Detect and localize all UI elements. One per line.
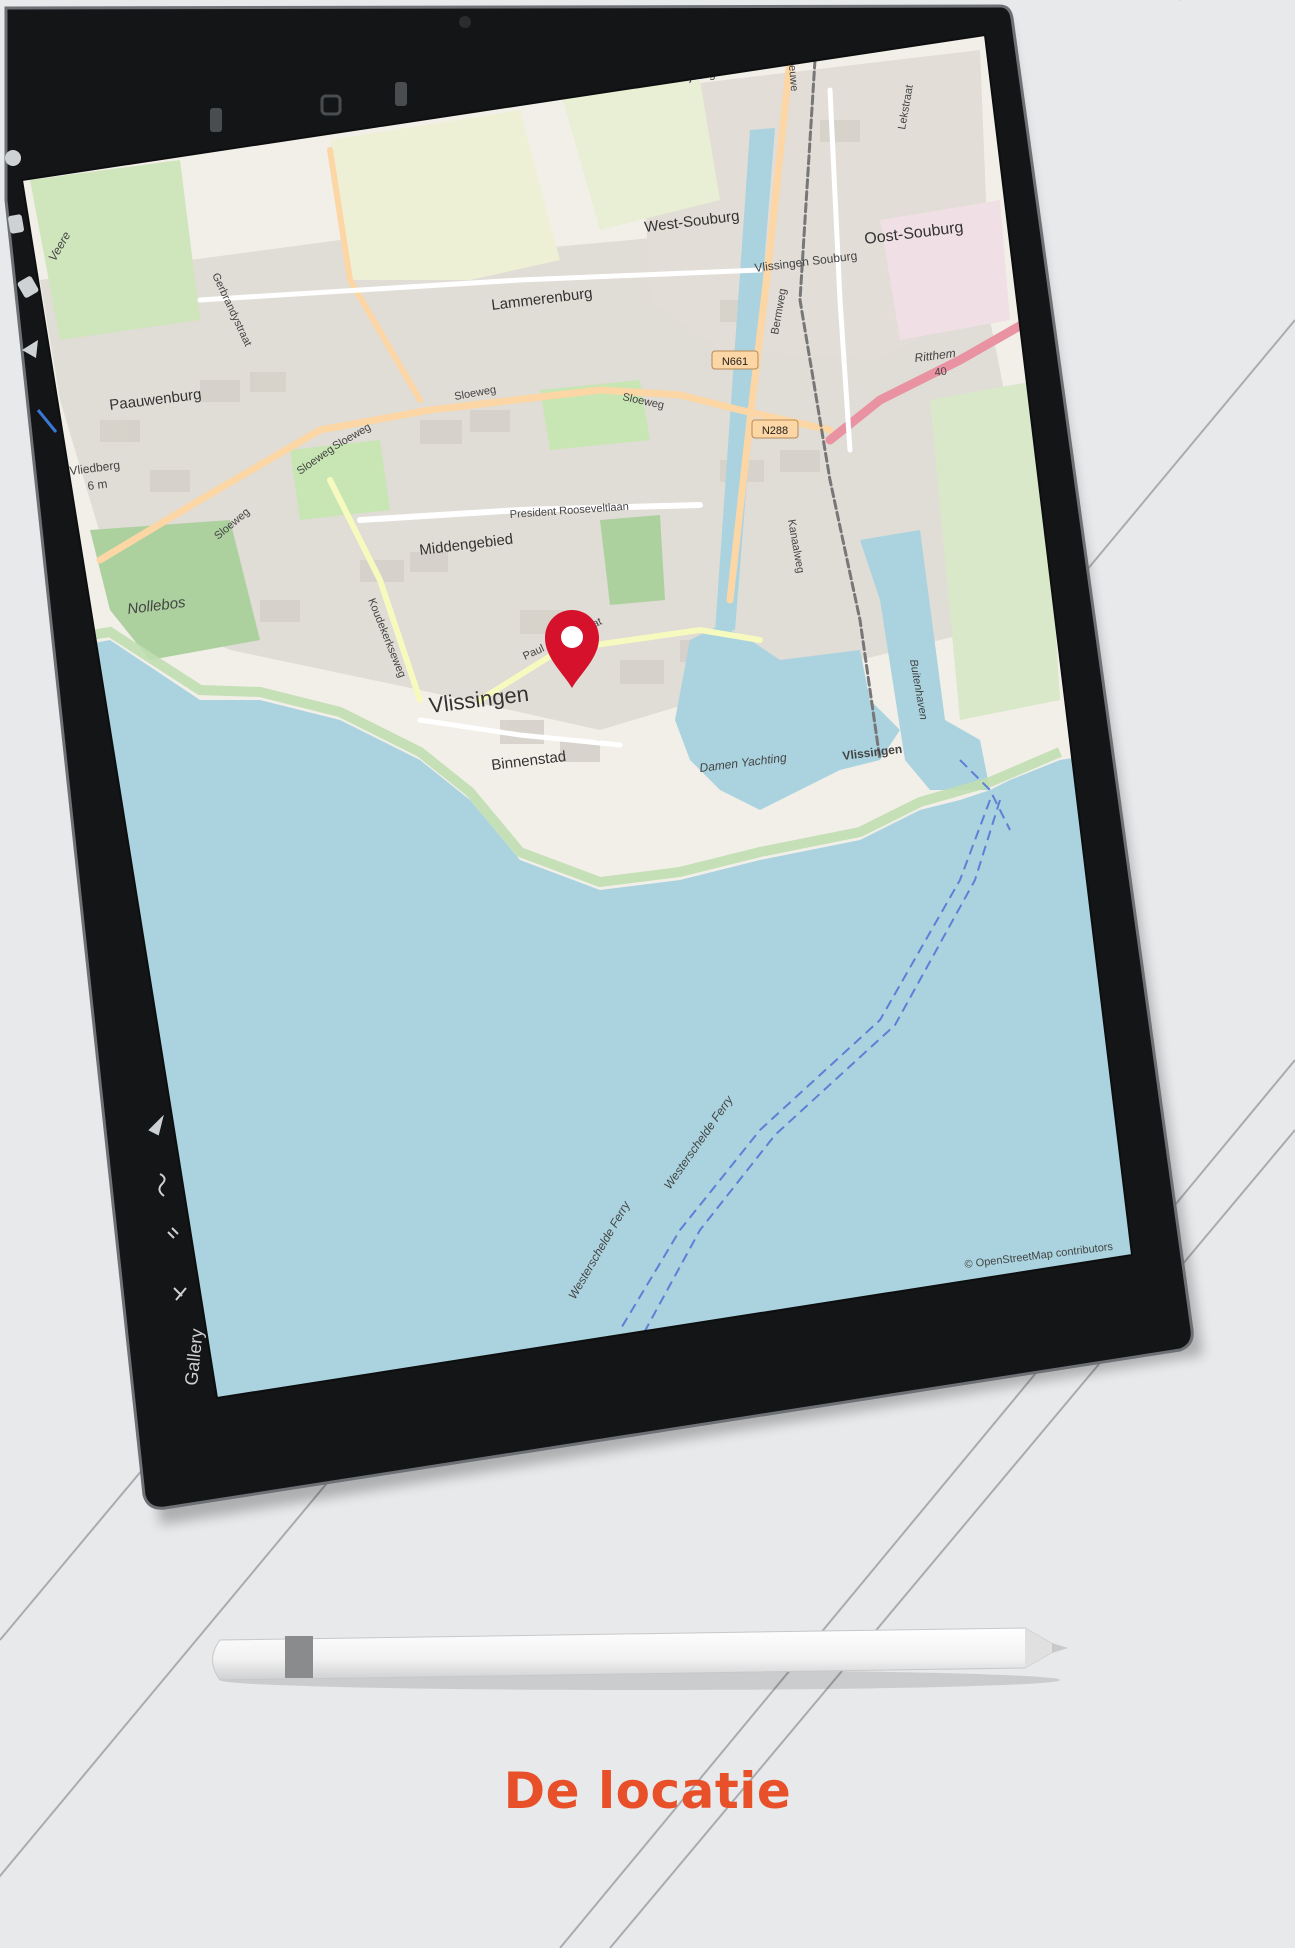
stylus-pencil	[212, 1627, 1068, 1690]
caption-title: De locatie	[503, 1762, 792, 1820]
pencil-band	[285, 1636, 313, 1678]
